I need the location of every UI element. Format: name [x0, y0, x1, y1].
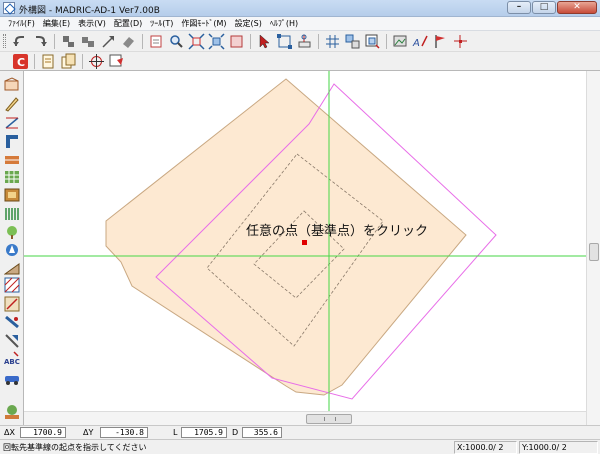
title-bar: 外構図 - MADRIC-AD-1 Ver7.00B – □ ✕: [0, 0, 600, 17]
canvas-prompt: 任意の点（基準点）をクリック: [246, 224, 429, 239]
draw-pen-icon[interactable]: [4, 96, 20, 112]
redraw-icon[interactable]: [228, 33, 245, 50]
delta-x-field[interactable]: 1700.9: [20, 427, 66, 438]
delta-x-label: ΔX: [4, 428, 15, 437]
toolbar-separator: [250, 33, 251, 49]
delta-y-field[interactable]: -130.8: [100, 427, 148, 438]
dimension-icon[interactable]: [4, 115, 20, 131]
status-message: 回転先基準線の起点を指示してください: [3, 443, 147, 452]
menu-edit[interactable]: 編集(E): [39, 17, 74, 30]
length-field[interactable]: 1705.9: [181, 427, 227, 438]
toolbar-separator: [142, 33, 143, 49]
text-abc-icon[interactable]: ABC: [4, 351, 20, 367]
zoom-window-icon[interactable]: [208, 32, 225, 50]
delta-y-label: ΔY: [83, 428, 94, 437]
toolbar-grip[interactable]: [3, 34, 6, 48]
fence-icon[interactable]: [4, 151, 20, 167]
redo-icon[interactable]: [32, 33, 49, 50]
draw-line-icon[interactable]: [4, 77, 20, 93]
snap-point-icon[interactable]: [344, 33, 361, 50]
menu-place[interactable]: 配置(D): [110, 17, 146, 30]
wall-icon[interactable]: [4, 133, 20, 149]
drawing-svg: [24, 71, 586, 425]
snap-grid-icon[interactable]: [324, 33, 341, 50]
direction-field[interactable]: 355.6: [242, 427, 282, 438]
x-scale-pane: X:1000.0/ 2: [454, 441, 517, 454]
flag-icon[interactable]: [432, 33, 449, 50]
sheet-edit-icon[interactable]: [40, 53, 57, 70]
menu-view[interactable]: 表示(V): [74, 17, 110, 30]
toolbar-separator: [82, 53, 83, 69]
menu-help[interactable]: ﾍﾙﾌﾟ(H): [266, 17, 302, 30]
svg-text:ABC: ABC: [4, 358, 20, 366]
maximize-button[interactable]: □: [532, 1, 556, 14]
main-toolbar: A: [0, 31, 600, 52]
paving-icon[interactable]: [4, 169, 20, 185]
menu-draw-mode[interactable]: 作図ﾓｰﾄﾞ(M): [177, 17, 230, 30]
status-bar: 回転先基準線の起点を指示してください X:1000.0/ 2 Y:1000.0/…: [0, 439, 600, 454]
text-style-icon[interactable]: A: [412, 33, 429, 50]
car-icon[interactable]: [4, 370, 20, 386]
menu-bar: ﾌｧｲﾙ(F) 編集(E) 表示(V) 配置(D) ﾂｰﾙ(T) 作図ﾓｰﾄﾞ(…: [0, 17, 600, 31]
plant-icon[interactable]: [4, 224, 20, 240]
cad-logo-icon[interactable]: C: [12, 53, 29, 70]
close-button[interactable]: ✕: [557, 1, 597, 14]
minimize-button[interactable]: –: [507, 1, 531, 14]
zoom-extents-icon[interactable]: [188, 32, 205, 50]
print-preview-icon[interactable]: [148, 33, 165, 50]
menu-file[interactable]: ﾌｧｲﾙ(F): [4, 17, 39, 30]
pipe-icon[interactable]: [4, 314, 20, 330]
menu-settings[interactable]: 設定(S): [231, 17, 266, 30]
svg-text:A: A: [412, 38, 420, 49]
app-icon: [3, 2, 15, 14]
base-point-marker: [302, 240, 307, 245]
toolbar-separator: [34, 53, 35, 69]
toolbar-separator: [54, 33, 55, 49]
horizontal-scrollbar[interactable]: [24, 411, 586, 425]
layer-window-icon[interactable]: [364, 33, 381, 50]
svg-text:C: C: [17, 56, 25, 69]
toolbar-separator: [386, 33, 387, 49]
block-icon[interactable]: [4, 187, 20, 203]
stamp-icon[interactable]: [108, 53, 125, 70]
sheet-copy-icon[interactable]: [60, 53, 77, 70]
zoom-icon[interactable]: [168, 33, 185, 50]
drain-icon[interactable]: [4, 333, 20, 349]
copy-shape-icon[interactable]: [80, 33, 97, 50]
coordinate-bar: ΔX 1700.9 ΔY -130.8 L 1705.9 D 355.6: [0, 425, 600, 439]
select-window-icon[interactable]: [276, 33, 293, 50]
drawing-canvas[interactable]: 任意の点（基準点）をクリック: [24, 71, 586, 425]
eraser-icon[interactable]: [120, 33, 137, 50]
target-icon[interactable]: [88, 53, 105, 70]
move-icon[interactable]: [60, 33, 77, 50]
base-point-icon[interactable]: [452, 33, 469, 50]
direction-label: D: [232, 428, 239, 437]
length-label: L: [173, 428, 178, 437]
y-scale-pane: Y:1000.0/ 2: [519, 441, 598, 454]
hatch-icon[interactable]: [4, 277, 20, 293]
window-title: 外構図 - MADRIC-AD-1 Ver7.00B: [19, 6, 160, 16]
tree-icon[interactable]: [4, 404, 20, 420]
secondary-toolbar: C: [0, 52, 600, 71]
measure-icon[interactable]: [296, 33, 313, 50]
left-toolbar: ABC: [0, 71, 24, 425]
light-icon[interactable]: [4, 242, 20, 258]
rotate-tool-icon[interactable]: [4, 296, 20, 312]
select-pointer-icon[interactable]: [256, 33, 273, 50]
slope-icon[interactable]: [3, 260, 20, 276]
vertical-scrollbar[interactable]: [586, 71, 600, 425]
undo-icon[interactable]: [12, 33, 29, 50]
menu-tool[interactable]: ﾂｰﾙ(T): [146, 17, 177, 30]
gate-icon[interactable]: [4, 206, 20, 222]
toolbar-separator: [318, 33, 319, 49]
arrow-line-icon[interactable]: [100, 33, 117, 50]
horizontal-scroll-thumb[interactable]: [306, 414, 352, 424]
image-icon[interactable]: [392, 33, 409, 50]
vertical-scroll-thumb[interactable]: [589, 243, 599, 261]
